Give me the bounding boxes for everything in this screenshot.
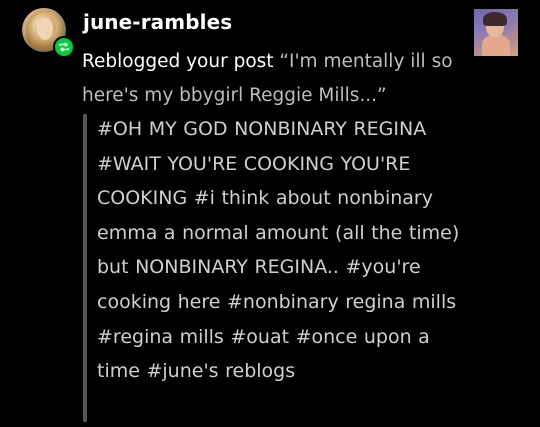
tag-link[interactable]: #regina mills xyxy=(97,326,224,348)
thumbnail-figure-hair xyxy=(483,12,507,26)
reblog-icon xyxy=(53,36,75,58)
tag-link[interactable]: #OH MY GOD NONBINARY REGINA xyxy=(97,118,426,140)
post-thumbnail[interactable] xyxy=(474,9,518,56)
tag-link[interactable]: #ouat xyxy=(230,326,289,348)
reblog-arrows-icon xyxy=(59,42,69,52)
quote-divider xyxy=(83,114,87,422)
tag-link[interactable]: #june's reblogs xyxy=(146,360,295,382)
action-text: Reblogged your post xyxy=(82,51,274,72)
notification-text[interactable]: Reblogged your post “I'm mentally ill so… xyxy=(82,45,472,113)
tag-link[interactable]: #nonbinary regina mills xyxy=(227,291,456,313)
avatar-face xyxy=(37,18,53,40)
username-link[interactable]: june-rambles xyxy=(83,10,232,34)
thumbnail-figure-body xyxy=(482,35,510,56)
tag-list: #OH MY GOD NONBINARY REGINA #WAIT YOU'RE… xyxy=(97,112,477,389)
